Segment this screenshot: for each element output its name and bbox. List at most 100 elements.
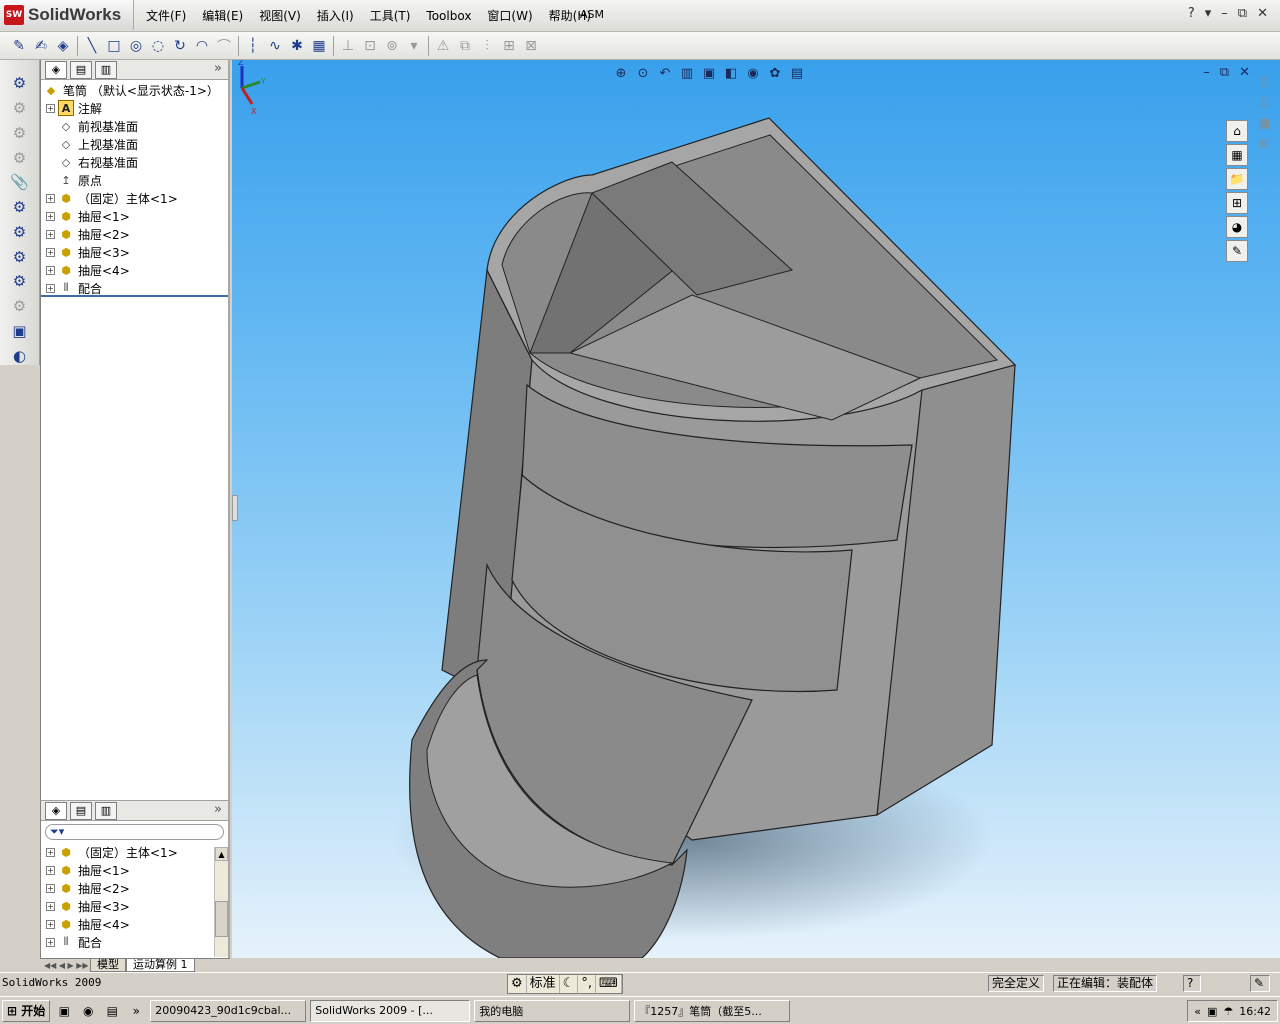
keyboard-icon[interactable]: ⌨ xyxy=(596,975,622,993)
expand-plus-icon[interactable]: + xyxy=(46,193,55,203)
cylinder-icon[interactable]: ⊜ xyxy=(1259,137,1270,152)
apply-scene-icon[interactable]: ▤ xyxy=(788,64,806,82)
umbrella-icon[interactable]: ☂ xyxy=(1223,1005,1233,1018)
expand-plus-icon[interactable]: + xyxy=(46,283,55,293)
move-entities-icon[interactable]: ⊠ xyxy=(520,35,542,57)
insert-components-icon[interactable]: ⚙ xyxy=(9,74,31,93)
tab-motion-study[interactable]: 运动算例 1 xyxy=(126,959,195,972)
centerline-icon[interactable]: ┆ xyxy=(242,35,264,57)
app-logo[interactable]: SW SolidWorks xyxy=(0,0,134,30)
tree-item-drawer-2[interactable]: + ⬢ 抽屉<2> xyxy=(41,225,228,243)
expand-plus-icon[interactable]: + xyxy=(46,103,55,113)
linear-component-pattern-icon[interactable]: ⚙ xyxy=(9,198,31,217)
tree-item-annotations[interactable]: + A 注解 xyxy=(41,99,228,117)
rectangle-icon[interactable]: □ xyxy=(103,35,125,57)
expand-plus-icon[interactable]: + xyxy=(46,919,55,929)
chevron-down-icon[interactable]: ▾ xyxy=(403,35,425,57)
task-solidworks[interactable]: SolidWorks 2009 - [... xyxy=(310,999,471,1022)
configurationmanager-tab[interactable]: ▥ xyxy=(95,60,117,79)
moon-icon[interactable]: ☾ xyxy=(560,975,579,993)
motion-item-body[interactable]: + ⬢ （固定）主体<1> xyxy=(41,843,228,861)
convert-entities-icon[interactable]: ⊡ xyxy=(359,35,381,57)
menu-insert[interactable]: 插入(I) xyxy=(309,7,362,25)
motion-item-drawer-1[interactable]: + ⬢ 抽屉<1> xyxy=(41,861,228,879)
chevron-down-icon[interactable]: ▾ xyxy=(1205,6,1212,21)
restore-icon[interactable]: ⧉ xyxy=(1238,6,1247,21)
minimize-icon[interactable]: – xyxy=(1203,65,1210,80)
view-palette-icon[interactable]: ⊞ xyxy=(1226,192,1248,214)
tree-item-drawer-1[interactable]: + ⬢ 抽屉<1> xyxy=(41,207,228,225)
mirror-entities-icon[interactable]: ⫶ xyxy=(476,35,498,57)
previous-view-icon[interactable]: ↶ xyxy=(656,64,674,82)
ime-mode[interactable]: 标准 xyxy=(527,975,560,993)
display-relations-icon[interactable]: ⚠ xyxy=(432,35,454,57)
display-style-icon[interactable]: ◧ xyxy=(722,64,740,82)
configurationmanager-tab[interactable]: ▥ xyxy=(95,801,117,820)
centerpoint-arc-icon[interactable]: ◌ xyxy=(147,35,169,57)
motion-item-drawer-4[interactable]: + ⬢ 抽屉<4> xyxy=(41,915,228,933)
sketch-icon[interactable]: ✎ xyxy=(8,35,30,57)
panel-splitter[interactable] xyxy=(41,295,228,297)
help-icon[interactable]: ? xyxy=(1188,6,1195,21)
menu-window[interactable]: 窗口(W) xyxy=(479,7,540,25)
expand-plus-icon[interactable]: + xyxy=(46,229,55,239)
propertymanager-tab[interactable]: ▤ xyxy=(70,60,92,79)
hide-show-items-icon[interactable]: ◉ xyxy=(744,64,762,82)
appearances-icon[interactable]: ◕ xyxy=(1226,216,1248,238)
featuremanager-tab[interactable]: ◈ xyxy=(45,60,67,79)
offset-entities-icon[interactable]: ⊚ xyxy=(381,35,403,57)
tangent-arc-icon[interactable]: ↻ xyxy=(169,35,191,57)
expand-plus-icon[interactable]: + xyxy=(46,847,55,857)
smart-fasteners-icon[interactable]: ⚙ xyxy=(9,223,31,242)
motion-item-drawer-2[interactable]: + ⬢ 抽屉<2> xyxy=(41,879,228,897)
expand-icon[interactable]: » xyxy=(214,61,222,76)
scroll-up-icon[interactable]: ▲ xyxy=(215,847,228,861)
tree-item-drawer-4[interactable]: + ⬢ 抽屉<4> xyxy=(41,261,228,279)
tree-item-body[interactable]: + ⬢ （固定）主体<1> xyxy=(41,189,228,207)
document-icon[interactable]: ▯ xyxy=(1260,95,1267,110)
scroll-thumb[interactable] xyxy=(215,901,228,937)
fillet-sketch-icon[interactable]: ⌒ xyxy=(213,35,235,57)
grid-icon[interactable]: ▦ xyxy=(1258,116,1270,131)
menu-tools[interactable]: 工具(T) xyxy=(362,7,419,25)
new-assembly-icon[interactable]: ⚙ xyxy=(9,124,31,143)
pencil-icon[interactable]: ✎ xyxy=(1250,975,1270,992)
move-component-icon[interactable]: ⚙ xyxy=(9,247,31,266)
new-motion-study-icon[interactable]: ◐ xyxy=(9,346,31,365)
home-icon[interactable]: ⌂ xyxy=(1226,120,1248,142)
propertymanager-tab[interactable]: ▤ xyxy=(70,801,92,820)
show-hidden-components-icon[interactable]: ⚙ xyxy=(9,272,31,291)
expand-icon[interactable]: » xyxy=(214,802,222,817)
close-icon[interactable]: ✕ xyxy=(1239,65,1250,80)
ime-logo-icon[interactable]: ⚙ xyxy=(508,975,527,993)
filter-field[interactable]: ⏷▾ xyxy=(45,824,224,840)
zoom-to-fit-icon[interactable]: ⊕ xyxy=(612,64,630,82)
tree-root-assembly[interactable]: ◆ 笔筒 （默认<显示状态-1>） xyxy=(41,81,228,99)
task-image-file[interactable]: 20090423_90d1c9cbal... xyxy=(150,999,307,1022)
featuremanager-tab[interactable]: ◈ xyxy=(45,801,67,820)
tree-item-right-plane[interactable]: ◇ 右视基准面 xyxy=(41,153,228,171)
media-quicklaunch-icon[interactable]: ◉ xyxy=(78,1001,98,1021)
minimize-icon[interactable]: – xyxy=(1221,6,1228,21)
menu-view[interactable]: 视图(V) xyxy=(251,7,309,25)
assembly-features-icon[interactable]: ⚙ xyxy=(9,297,31,316)
tree-item-front-plane[interactable]: ◇ 前视基准面 xyxy=(41,117,228,135)
app-quicklaunch-icon[interactable]: ▤ xyxy=(102,1001,122,1021)
design-library-icon[interactable]: ▦ xyxy=(1226,144,1248,166)
spline-icon[interactable]: ∿ xyxy=(264,35,286,57)
edit-appearance-icon[interactable]: ✿ xyxy=(766,64,784,82)
expand-plus-icon[interactable]: + xyxy=(46,937,55,947)
restore-icon[interactable]: ⧉ xyxy=(1220,65,1229,80)
vertical-scrollbar[interactable]: ▲ xyxy=(214,847,228,957)
network-icon[interactable]: ▣ xyxy=(1207,1005,1217,1018)
status-help-icon[interactable]: ? xyxy=(1183,975,1201,992)
zoom-to-area-icon[interactable]: ⊙ xyxy=(634,64,652,82)
tree-item-origin[interactable]: ↥ 原点 xyxy=(41,171,228,189)
custom-properties-icon[interactable]: ✎ xyxy=(1226,240,1248,262)
close-icon[interactable]: ✕ xyxy=(1257,6,1268,21)
point-icon[interactable]: ✱ xyxy=(286,35,308,57)
new-part-icon[interactable]: ⚙ xyxy=(9,99,31,118)
expand-plus-icon[interactable]: + xyxy=(46,247,55,257)
tab-model[interactable]: 模型 xyxy=(90,959,126,972)
motion-item-drawer-3[interactable]: + ⬢ 抽屉<3> xyxy=(41,897,228,915)
